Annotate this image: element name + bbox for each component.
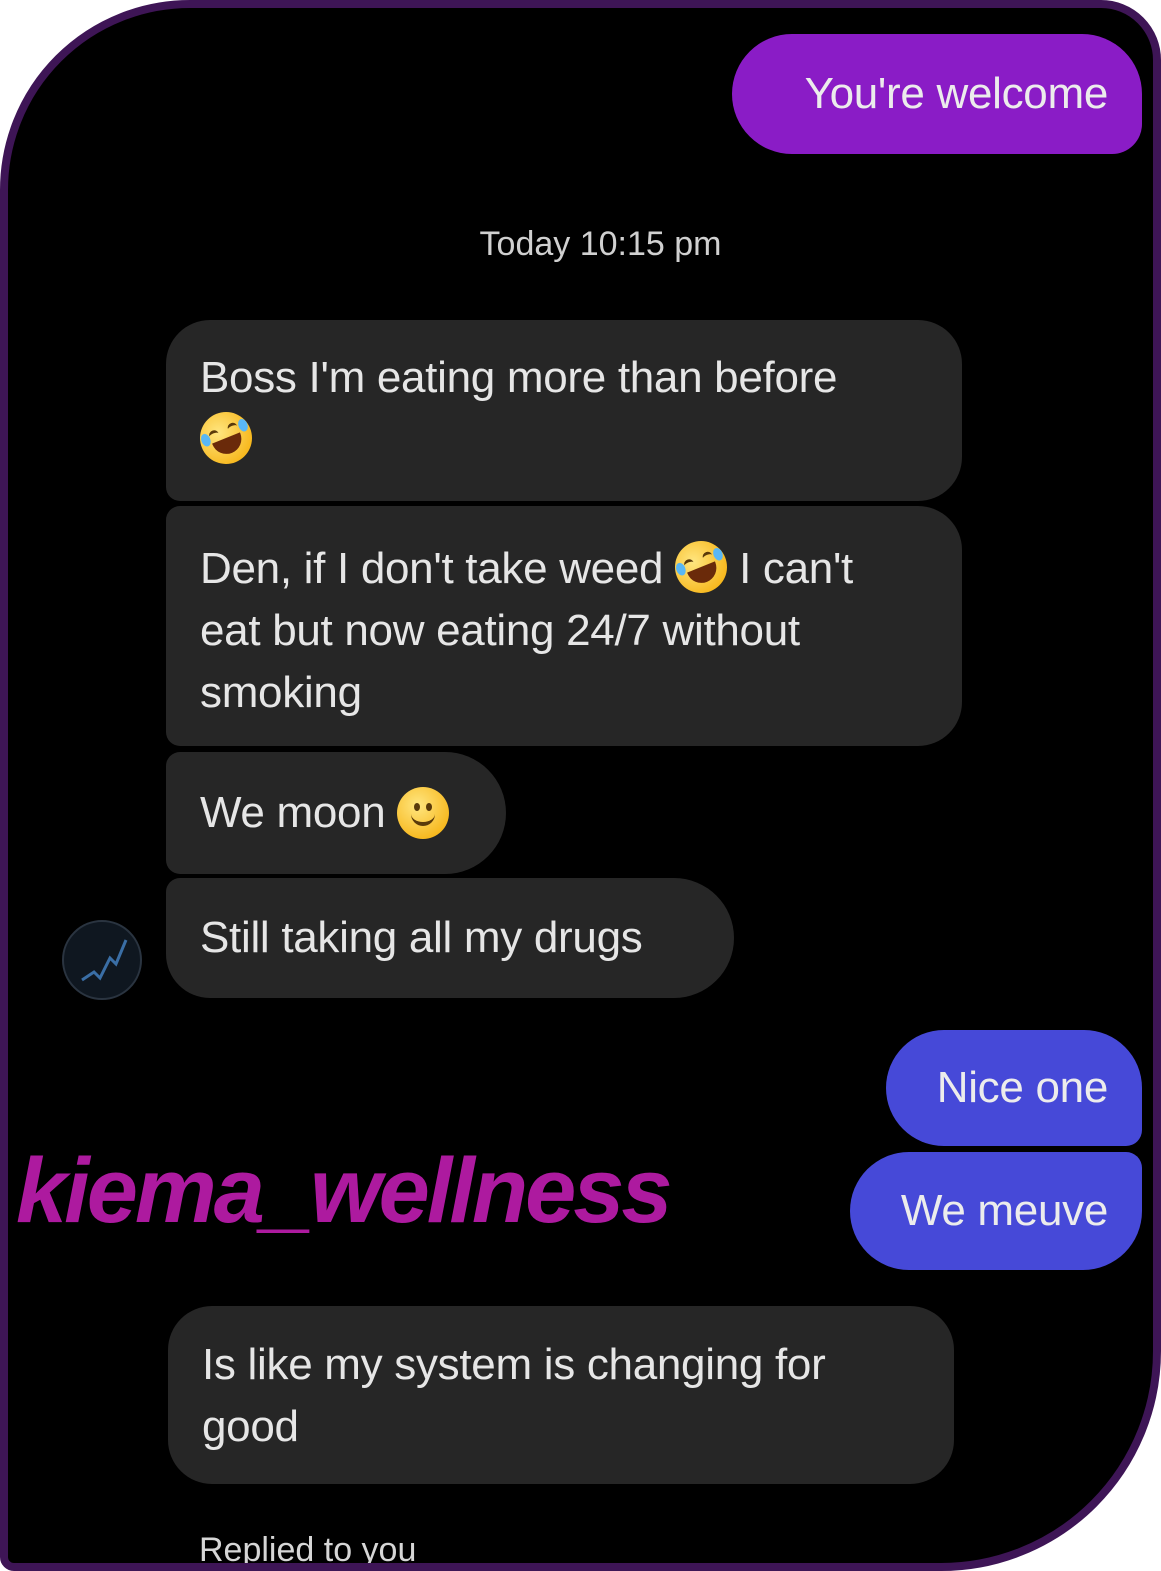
message-text: We moon bbox=[200, 788, 386, 837]
message-text: Boss I'm eating more than before bbox=[200, 353, 838, 402]
message-text: Den, if I don't take weed bbox=[200, 544, 664, 593]
message-text: Is like my system is changing for bbox=[202, 1340, 826, 1389]
avatar-image bbox=[81, 939, 128, 982]
message-text: You're welcome bbox=[804, 69, 1109, 118]
incoming-message-bubble[interactable]: Boss I'm eating more than before bbox=[166, 320, 962, 501]
watermark-text: kiema_wellness bbox=[16, 1140, 673, 1242]
timestamp-divider: Today 10:15 pm bbox=[479, 225, 722, 263]
contact-avatar-icon[interactable] bbox=[62, 920, 142, 1000]
outgoing-message-bubble[interactable]: Nice one bbox=[886, 1030, 1142, 1146]
rolling-on-floor-laughing-icon bbox=[667, 533, 735, 601]
outgoing-message-bubble[interactable]: You're welcome bbox=[732, 34, 1142, 154]
message-text: good bbox=[202, 1402, 299, 1451]
message-text: I can't bbox=[739, 544, 853, 593]
incoming-message-bubble[interactable]: Is like my system is changing for good bbox=[168, 1306, 954, 1484]
slightly-smiling-face-icon bbox=[397, 787, 450, 839]
message-text: Nice one bbox=[936, 1063, 1109, 1112]
message-text: Still taking all my drugs bbox=[200, 913, 643, 962]
message-text: smoking bbox=[200, 668, 362, 717]
incoming-message-bubble[interactable]: We moon bbox=[166, 752, 506, 874]
chat-screenshot-frame: You're welcome Today 10:15 pm Boss I'm e… bbox=[0, 0, 1161, 1571]
incoming-message-bubble[interactable]: Still taking all my drugs bbox=[166, 878, 734, 998]
message-text: eat but now eating 24/7 without bbox=[200, 606, 800, 655]
incoming-message-bubble[interactable]: Den, if I don't take weed I can't eat bu… bbox=[166, 506, 962, 746]
replied-label: Replied to you bbox=[199, 1531, 417, 1569]
rolling-on-floor-laughing-icon bbox=[192, 404, 260, 472]
outgoing-message-bubble[interactable]: We meuve bbox=[850, 1152, 1142, 1270]
message-text: We meuve bbox=[900, 1186, 1108, 1235]
